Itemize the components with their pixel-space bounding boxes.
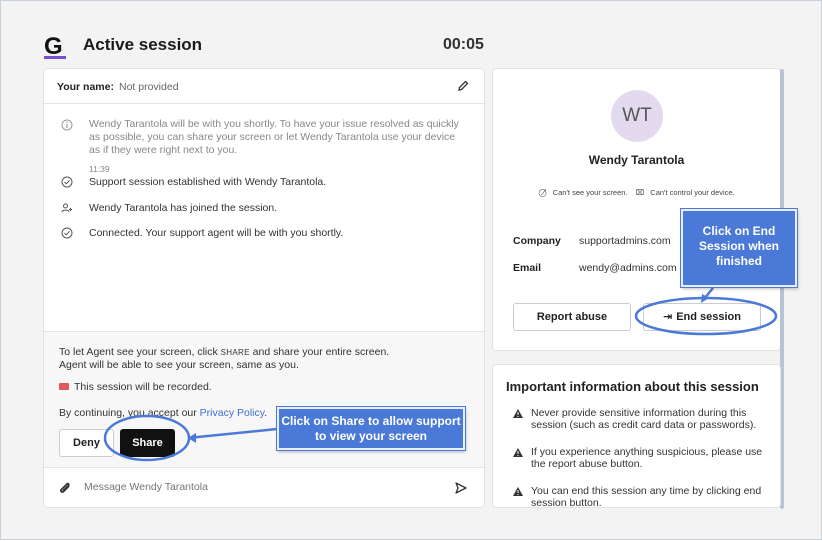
recording-text: This session will be recorded. [74,381,212,393]
recording-notice: This session will be recorded. [59,381,212,393]
share-instructions-text: and share your entire screen. [249,346,390,358]
header: G Active session 00:05 [43,31,788,61]
perm-control-text: Can't control your device. [650,188,735,197]
share-keyword: SHARE [220,348,250,357]
name-label: Your name: [57,81,114,93]
share-instructions-text: Agent will be able to see your screen, s… [59,359,299,371]
info-panel: Important information about this session… [492,364,781,508]
exit-icon: ⇥ [662,311,673,323]
privacy-text: By continuing, you accept our [59,407,200,419]
share-button[interactable]: Share [120,429,175,457]
info-icon [61,119,73,131]
agent-name: Wendy Tarantola [588,153,685,167]
share-instructions-text: To let Agent see your screen, click [59,346,221,358]
session-timer: 00:05 [443,36,484,53]
message-bar [44,469,484,507]
svg-text:G: G [44,33,63,59]
company-value: supportadmins.com [579,235,671,247]
name-value: Not provided [119,81,179,93]
avatar: WT [611,90,663,142]
share-callout: Click on Share to allow support to view … [276,406,466,451]
company-label: Company [513,235,561,247]
pencil-icon[interactable] [456,79,470,93]
name-bar: Your name: Not provided [44,69,484,104]
check-circle-icon [61,227,73,239]
control-off-icon: ⌧ [635,188,645,197]
user-joined-icon [61,203,72,213]
share-instructions: To let Agent see your screen, click SHAR… [59,346,479,371]
g-logo-icon: G [44,33,66,59]
info-item-text: Never provide sensitive information duri… [531,407,757,431]
message-time: 11:39 [89,164,110,174]
chat-log: Wendy Tarantola will be with you shortly… [44,105,484,331]
email-value: wendy@admins.com [579,262,677,274]
check-circle-icon [61,176,73,188]
info-title: Important information about this session [506,379,759,394]
report-abuse-button[interactable]: Report abuse [513,303,631,331]
info-item-text: If you experience anything suspicious, p… [531,446,763,470]
event-message: Support session established with Wendy T… [89,176,327,188]
page-title: Active session [83,35,203,54]
end-session-callout: Click on End Session when finished [680,208,798,288]
screen-off-icon: ◯̸ [538,188,547,197]
send-icon[interactable] [454,481,468,495]
end-session-button[interactable]: ⇥ End session [643,303,761,331]
email-label: Email [513,262,542,274]
event-message: Connected. Your support agent will be wi… [89,227,344,239]
app-window: G Active session 00:05 Your name: Not pr… [0,0,822,540]
message-input[interactable] [84,481,444,493]
warning-icon [513,409,523,418]
permissions: ◯̸ Can't see your screen. ⌧ Can't control … [493,188,780,197]
perm-screen-text: Can't see your screen. [552,188,628,197]
warning-icon [513,487,523,496]
event-message: Wendy Tarantola has joined the session. [89,202,278,214]
warning-icon [513,448,523,457]
info-item-text: You can end this session any time by cli… [531,485,762,508]
privacy-notice: By continuing, you accept our Privacy Po… [59,407,267,419]
deny-button[interactable]: Deny [59,429,114,457]
intro-message: Wendy Tarantola will be with you shortly… [89,118,459,156]
privacy-policy-link[interactable]: Privacy Policy [200,407,265,419]
record-icon [59,382,69,390]
end-session-label: End session [676,311,741,323]
paperclip-icon[interactable] [58,480,72,496]
privacy-text: . [264,407,268,419]
